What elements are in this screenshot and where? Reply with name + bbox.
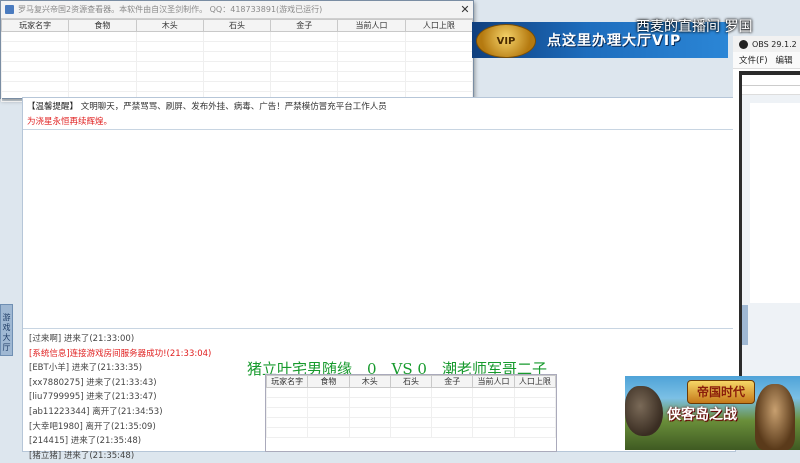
resource-window-titlebar[interactable]: 罗马复兴帝国2资源查看器。本软件由自汉圣剑制作。 QQ：418733891(游戏… xyxy=(1,1,473,19)
preview-header xyxy=(742,75,800,86)
player-column-header[interactable]: 食物 xyxy=(307,375,350,388)
vip-badge-icon: VIP xyxy=(476,24,536,58)
game-lobby-tab[interactable]: 游戏大厅 xyxy=(0,304,13,356)
resource-column-header[interactable]: 玩家名字 xyxy=(0,19,70,32)
player-column-header[interactable]: 玩家名字 xyxy=(265,375,309,388)
player-column-header[interactable]: 人口上限 xyxy=(513,375,557,388)
obs-logo-icon xyxy=(739,39,748,49)
obs-menubar: 文件(F) 编辑 xyxy=(733,52,800,69)
notice-label: 【温馨提醒】 xyxy=(27,102,79,112)
resource-column-header[interactable]: 金子 xyxy=(270,19,339,32)
divider xyxy=(23,129,735,130)
obs-titlebar[interactable]: OBS 29.1.2 xyxy=(733,36,800,52)
divider xyxy=(23,328,735,329)
notice-line: 【温馨提醒】 文明聊天，严禁骂骂、刷屏、发布外挂、病毒、广告！严禁模仿冒充平台工… xyxy=(27,100,387,112)
resource-column-header[interactable]: 食物 xyxy=(68,19,137,32)
app-icon xyxy=(5,5,14,14)
game-logo: 帝国时代 xyxy=(687,380,755,404)
preview-chat-area xyxy=(750,103,800,303)
obs-preview-content xyxy=(742,75,800,395)
player-column-header[interactable]: 木头 xyxy=(348,375,391,388)
chat-log-line: [过来啊] 进来了(21:33:00) xyxy=(29,334,135,344)
resource-column-header[interactable]: 石头 xyxy=(202,19,272,32)
dragon-image xyxy=(625,386,663,436)
obs-title: OBS 29.1.2 xyxy=(752,39,797,49)
stream-title: 西麦的直播间 罗国 xyxy=(636,19,753,35)
game-advertisement[interactable]: 帝国时代 侠客岛之战 xyxy=(625,376,800,450)
notice-text: 文明聊天，严禁骂骂、刷屏、发布外挂、病毒、广告！严禁模仿冒充平台工作人员 xyxy=(80,102,387,112)
player-column-header[interactable]: 金子 xyxy=(431,375,474,388)
resource-column-header[interactable]: 当前人口 xyxy=(337,19,406,32)
resource-viewer-window[interactable]: 罗马复兴帝国2资源查看器。本软件由自汉圣剑制作。 QQ：418733891(游戏… xyxy=(0,0,474,102)
preview-subheader xyxy=(742,86,800,95)
close-icon[interactable]: ✕ xyxy=(457,3,473,16)
player-column-header[interactable]: 当前人口 xyxy=(472,375,515,388)
warning-text: 为浇星永恒再续辉煌。 xyxy=(27,117,113,127)
player-resource-table: 玩家名字 食物 木头 石头 金子 当前人口 人口上限 xyxy=(265,374,557,452)
player-column-header[interactable]: 石头 xyxy=(389,375,433,388)
resource-column-header[interactable]: 人口上限 xyxy=(404,19,474,32)
obs-preview[interactable] xyxy=(739,71,800,412)
warrior-image xyxy=(755,384,795,450)
game-subtitle: 侠客岛之战 xyxy=(667,407,737,423)
resource-window-title: 罗马复兴帝国2资源查看器。本软件由自汉圣剑制作。 QQ：418733891(游戏… xyxy=(18,5,323,14)
resource-column-header[interactable]: 木头 xyxy=(135,19,204,32)
preview-lobby-tab xyxy=(742,305,748,345)
resource-table: 玩家名字 食物 木头 石头 金子 当前人口 人口上限 xyxy=(0,19,474,102)
obs-menu-edit[interactable]: 编辑 xyxy=(776,54,793,66)
obs-menu-file[interactable]: 文件(F) xyxy=(739,54,768,66)
